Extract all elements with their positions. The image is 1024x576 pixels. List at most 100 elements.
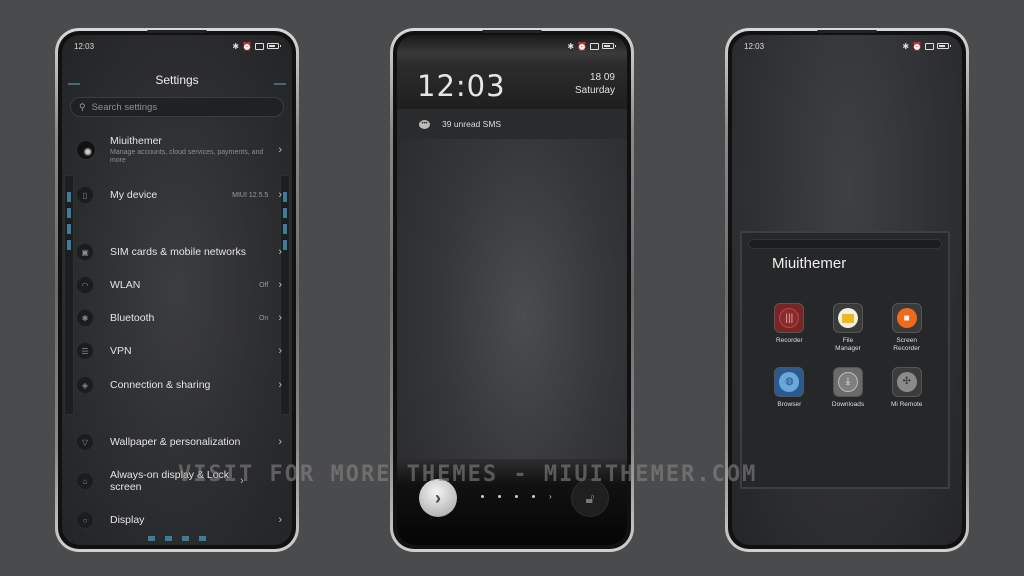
settings-item-display[interactable]: ○ Display › [76, 511, 282, 529]
item-label: WLAN [110, 278, 141, 291]
chevron-right-icon: › [278, 379, 282, 391]
folder-icon [832, 303, 863, 333]
alarm-icon: ⏰ [242, 41, 252, 51]
swipe-track: › [481, 492, 552, 501]
status-bar: 12:03 ✱ ⏰ [732, 35, 962, 57]
homescreen-phone: 12:03 ✱ ⏰ Miuithemer ||| Recorder File M… [725, 28, 969, 552]
avatar [76, 140, 96, 161]
date-text: 18 09 [589, 72, 615, 83]
wifi-icon: ◠ [76, 276, 94, 294]
lock-icon: ⌂ [76, 472, 94, 491]
status-bar: 12:03 ✱ ⏰ [62, 35, 292, 57]
account-row[interactable]: Miuithemer Manage accounts, cloud servic… [76, 135, 282, 166]
battery-icon [267, 43, 281, 49]
chevron-right-icon: › [278, 345, 282, 357]
battery-icon [602, 43, 616, 49]
decor-dock [148, 536, 206, 541]
app-file-manager[interactable]: File Manager [819, 303, 878, 353]
item-value: MIUI 12.5.5 [232, 191, 269, 199]
chevron-right-icon: › [240, 475, 244, 488]
settings-item-connection[interactable]: ◈ Connection & sharing › [76, 376, 282, 394]
settings-item-wallpaper[interactable]: ▽ Wallpaper & personalization › [76, 433, 282, 451]
settings-item-wlan[interactable]: ◠ WLAN Off › [76, 276, 282, 294]
globe-icon: ◍ [774, 366, 805, 397]
app-browser[interactable]: ◍ Browser [760, 366, 819, 409]
settings-item-vpn[interactable]: ☰ VPN › [76, 342, 282, 360]
search-input[interactable]: ⚲ Search settings [70, 97, 284, 117]
lockscreen-phone: ✱ ⏰ 12:03 18 09 Saturday ••• 39 unread S… [390, 28, 634, 552]
settings-phone: 12:03 ✱ ⏰ Settings ⚲ Search settings Miu… [55, 28, 299, 552]
unlock-target[interactable]: 🔓︎ [571, 479, 609, 517]
chevron-right-icon: › [278, 514, 282, 526]
app-recorder[interactable]: ||| Recorder [760, 303, 819, 353]
sim-icon: ▣ [76, 243, 94, 261]
app-label: Screen Recorder [893, 337, 921, 352]
folder-title[interactable]: Miuithemer [772, 255, 846, 272]
chevron-right-icon: › [278, 279, 282, 291]
app-label: Browser [777, 400, 802, 408]
app-label: File Manager [835, 337, 861, 352]
app-label: Downloads [831, 400, 865, 408]
bluetooth-icon: ✱ [76, 309, 94, 327]
bluetooth-status-icon: ✱ [567, 41, 575, 51]
app-label: Recorder [775, 337, 803, 344]
app-grid: ||| Recorder File Manager ■ Screen Recor… [760, 303, 936, 408]
download-icon: ⤓ [832, 366, 863, 397]
search-placeholder: Search settings [91, 101, 158, 113]
message-icon: ••• [419, 119, 430, 129]
lock-date: 18 09 Saturday [575, 71, 615, 97]
app-label: Mi Remote [890, 400, 923, 408]
speaker-grille [817, 30, 877, 33]
page-title: Settings [155, 73, 199, 87]
item-value: On [258, 314, 269, 322]
item-label: SIM cards & mobile networks [110, 245, 246, 258]
settings-item-bluetooth[interactable]: ✱ Bluetooth On › [76, 309, 282, 327]
padlock-icon: 🔓︎ [585, 489, 595, 506]
notification-text: 39 unread SMS [442, 119, 502, 129]
remote-icon: ✣ [891, 366, 922, 397]
wallpaper-icon: ▽ [76, 433, 94, 451]
sms-notification[interactable]: ••• 39 unread SMS [397, 109, 627, 139]
folder-handle [748, 239, 942, 249]
app-mi-remote[interactable]: ✣ Mi Remote [877, 366, 936, 409]
status-time: 12:03 [74, 41, 95, 51]
bluetooth-status-icon: ✱ [232, 41, 240, 51]
status-time: 12:03 [744, 41, 765, 51]
settings-item-sim[interactable]: ▣ SIM cards & mobile networks › [76, 243, 282, 261]
settings-screen: 12:03 ✱ ⏰ Settings ⚲ Search settings Miu… [62, 35, 292, 545]
chevron-right-icon: › [278, 312, 282, 324]
share-icon: ◈ [76, 376, 94, 394]
video-camera-icon: ■ [891, 303, 922, 333]
bluetooth-status-icon: ✱ [902, 41, 910, 51]
app-downloads[interactable]: ⤓ Downloads [819, 366, 878, 409]
search-icon: ⚲ [79, 101, 86, 112]
chevron-right-icon: › [278, 246, 282, 258]
item-label: VPN [110, 344, 132, 357]
alarm-icon: ⏰ [577, 41, 587, 51]
sim-status-icon [255, 42, 264, 50]
recorder-icon: ||| [774, 303, 805, 333]
settings-item-my-device[interactable]: ▯ My device MIUI 12.5.5 › [76, 186, 282, 204]
chevron-right-icon: › [435, 487, 441, 508]
display-icon: ○ [76, 511, 94, 529]
item-label: My device [110, 188, 158, 201]
sim-status-icon [590, 42, 599, 50]
day-text: Saturday [574, 85, 615, 96]
item-label: Display [110, 513, 145, 526]
item-label: Always-on display & Lock screen [110, 469, 230, 494]
sim-status-icon [925, 42, 934, 50]
battery-icon [937, 43, 951, 49]
chevron-right-icon: › [278, 144, 282, 157]
phone-icon: ▯ [76, 186, 94, 204]
speaker-grille [147, 30, 207, 33]
decor-frame-left [64, 175, 74, 415]
item-label: Wallpaper & personalization [110, 435, 241, 448]
speaker-grille [482, 30, 542, 33]
app-screen-recorder[interactable]: ■ Screen Recorder [877, 303, 936, 353]
swipe-unlock-handle[interactable]: › [419, 479, 457, 517]
alarm-icon: ⏰ [912, 41, 922, 51]
settings-item-lockscreen[interactable]: ⌂ Always-on display & Lock screen › [76, 469, 282, 493]
account-subtitle: Manage accounts, cloud services, payment… [110, 149, 264, 165]
lockscreen-screen: ✱ ⏰ 12:03 18 09 Saturday ••• 39 unread S… [397, 35, 627, 545]
homescreen-screen: 12:03 ✱ ⏰ Miuithemer ||| Recorder File M… [732, 35, 962, 545]
